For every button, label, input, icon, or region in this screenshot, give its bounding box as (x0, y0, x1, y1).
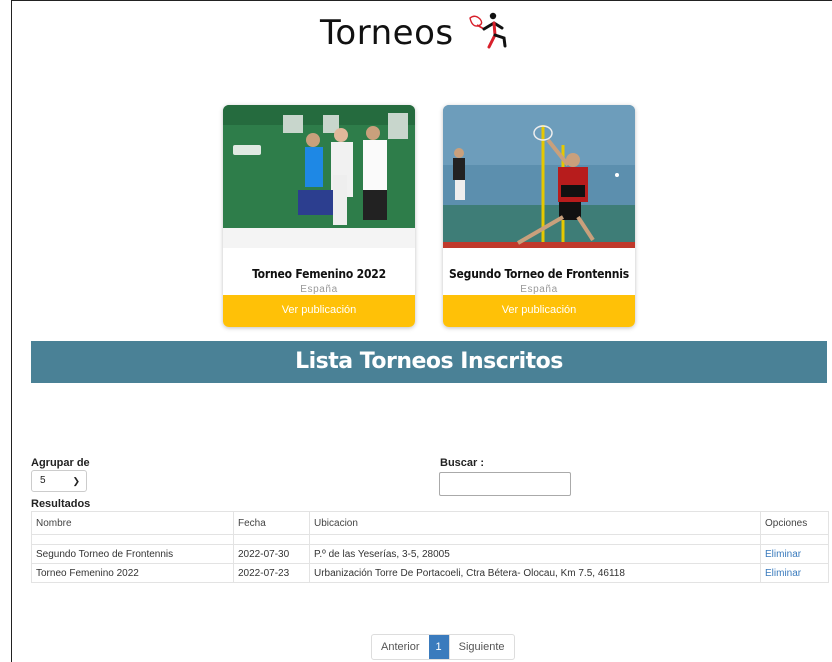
group-by-value: 5 (40, 475, 46, 486)
tournament-card: Torneo Femenino 2022 España Ver publicac… (223, 105, 415, 327)
results-table: Nombre Fecha Ubicacion Opciones Segundo … (31, 511, 829, 583)
table-spacer-row (31, 534, 829, 545)
cell-location: Urbanización Torre De Portacoeli, Ctra B… (309, 563, 761, 583)
cell-date: 2022-07-30 (233, 544, 310, 564)
card-country: España (520, 284, 558, 295)
delete-link[interactable]: Eliminar (765, 549, 801, 560)
column-header-date[interactable]: Fecha (233, 511, 310, 535)
card-country: España (300, 284, 338, 295)
section-banner: Lista Torneos Inscritos (31, 341, 827, 383)
women-tournament-photo (223, 105, 415, 248)
search-label: Buscar : (440, 457, 485, 469)
cell-name: Segundo Torneo de Frontennis (31, 544, 234, 564)
results-label: Resultados (31, 498, 91, 510)
cell-location: P.º de las Yeserías, 3-5, 28005 (309, 544, 761, 564)
group-by-label: Agrupar de (31, 457, 90, 469)
pagination-page-1[interactable]: 1 (428, 635, 449, 659)
pagination-prev[interactable]: Anterior (372, 635, 429, 659)
pagination: Anterior 1 Siguiente (371, 634, 515, 660)
tennis-player-icon (464, 10, 512, 55)
tournament-card: Segundo Torneo de Frontennis España Ver … (443, 105, 635, 327)
column-header-location[interactable]: Ubicacion (309, 511, 761, 535)
page-header: Torneos (0, 10, 832, 55)
card-title: Segundo Torneo de Frontennis (448, 267, 630, 281)
view-publication-button[interactable]: Ver publicación (443, 295, 635, 327)
frontennis-player-photo (443, 105, 635, 248)
cell-name: Torneo Femenino 2022 (31, 563, 234, 583)
group-by-select[interactable]: 5 ❯ (31, 470, 87, 492)
page-title: Torneos (319, 12, 454, 53)
search-input[interactable] (439, 472, 571, 496)
chevron-down-icon: ❯ (72, 476, 80, 486)
column-header-options[interactable]: Opciones (760, 511, 829, 535)
table-header-row: Nombre Fecha Ubicacion Opciones (31, 511, 829, 535)
table-row: Torneo Femenino 2022 2022-07-23 Urbaniza… (31, 563, 829, 583)
cell-date: 2022-07-23 (233, 563, 310, 583)
view-publication-button[interactable]: Ver publicación (223, 295, 415, 327)
pagination-next[interactable]: Siguiente (448, 635, 514, 659)
column-header-name[interactable]: Nombre (31, 511, 234, 535)
table-row: Segundo Torneo de Frontennis 2022-07-30 … (31, 544, 829, 564)
delete-link[interactable]: Eliminar (765, 568, 801, 579)
card-title: Torneo Femenino 2022 (252, 267, 386, 281)
